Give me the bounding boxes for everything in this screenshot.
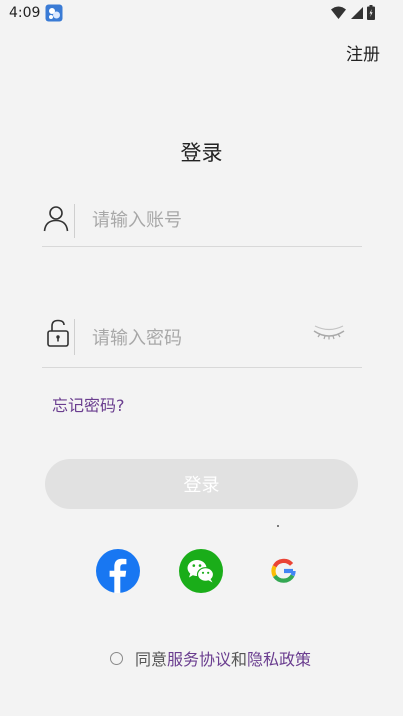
- app-notification-icon: [45, 4, 63, 22]
- cellular-signal-icon: [351, 6, 363, 19]
- terms-of-service-link[interactable]: 服务协议: [167, 646, 231, 670]
- google-icon[interactable]: [261, 548, 307, 594]
- account-input[interactable]: [92, 203, 332, 237]
- forgot-password-link[interactable]: 忘记密码?: [52, 392, 125, 416]
- agreement-radio[interactable]: [110, 651, 123, 665]
- account-field[interactable]: [42, 196, 362, 247]
- agreement-row: 同意 服务协议 和 隐私政策: [110, 646, 311, 670]
- password-divider: [74, 319, 75, 355]
- decorative-dot: [277, 525, 279, 527]
- login-button[interactable]: 登录: [45, 459, 358, 509]
- status-time: 4:09: [9, 5, 41, 21]
- user-icon: [43, 206, 69, 232]
- register-link[interactable]: 注册: [346, 40, 380, 65]
- agreement-connector: 和: [231, 650, 248, 669]
- facebook-icon[interactable]: [95, 548, 141, 594]
- wechat-icon[interactable]: [178, 548, 224, 594]
- unlock-icon: [47, 319, 69, 347]
- wifi-icon: [331, 6, 346, 19]
- agreement-prefix: 同意: [135, 650, 168, 669]
- eye-closed-icon[interactable]: [312, 323, 346, 343]
- password-input[interactable]: [92, 321, 302, 355]
- status-bar: 4:09: [0, 0, 403, 26]
- password-field[interactable]: [42, 311, 362, 368]
- privacy-policy-link[interactable]: 隐私政策: [247, 646, 311, 670]
- page-title: 登录: [180, 141, 223, 165]
- battery-icon: [367, 5, 375, 20]
- account-divider: [74, 204, 75, 238]
- status-icons: [331, 5, 375, 20]
